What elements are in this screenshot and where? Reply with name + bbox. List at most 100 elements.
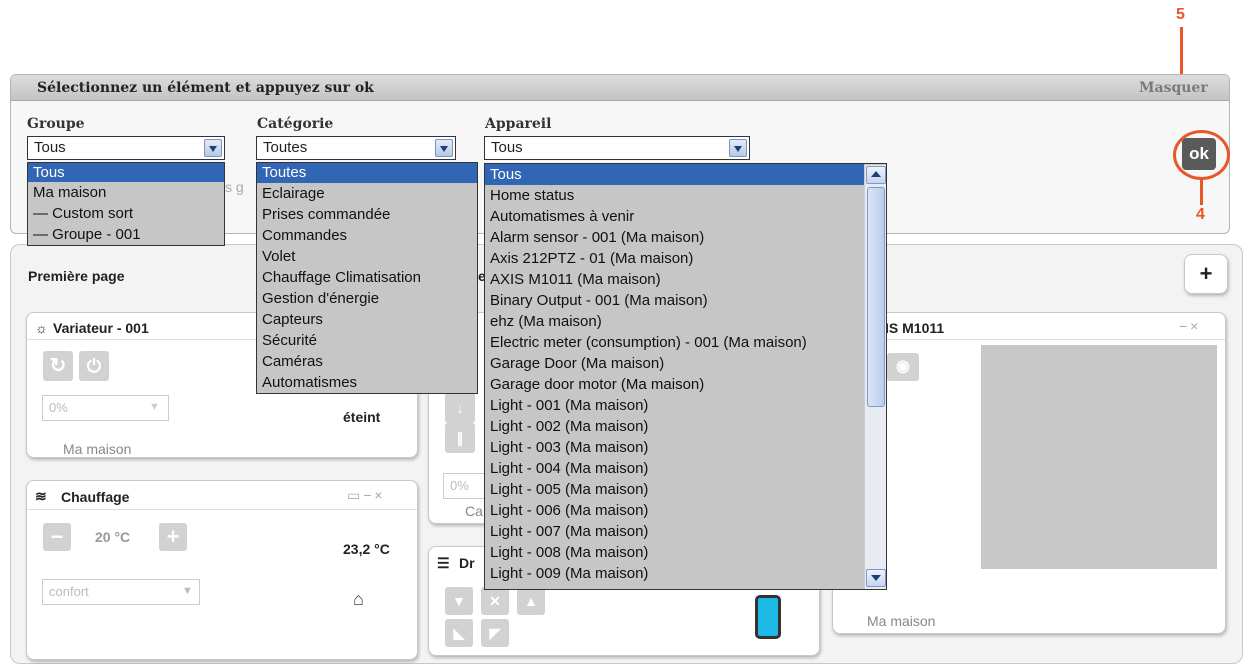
appareil-option[interactable]: Garage Door (Ma maison) (485, 353, 886, 374)
camera-title: IS M1011 (885, 320, 945, 336)
camera-widget: IS M1011 −× ◉ Ma maison (832, 312, 1226, 634)
callout-4-line (1200, 179, 1203, 205)
categorie-select[interactable]: Toutes (256, 136, 456, 160)
appareil-dropdown: Tous Home status Automatismes à venir Al… (484, 163, 887, 590)
widget-divider (27, 509, 417, 510)
shutter-icon: ☰ (437, 555, 450, 571)
appareil-option[interactable]: Automatismes à venir (485, 206, 886, 227)
add-page-button[interactable]: + (1184, 254, 1228, 294)
home-icon: ⌂ (353, 589, 364, 609)
widget-divider (833, 339, 1225, 340)
appareil-option[interactable]: Light - 007 (Ma maison) (485, 521, 886, 542)
chauffage-setpoint: 20 °C (95, 529, 131, 545)
appareil-select-value: Tous (491, 139, 523, 156)
power-icon[interactable]: ⏻ (79, 351, 109, 381)
callout-4-ellipse (1173, 130, 1230, 180)
scroll-down-arrow (871, 575, 881, 581)
appareil-option[interactable]: AXIS M1011 (Ma maison) (485, 269, 886, 290)
shutter-up-icon[interactable]: ▲ (517, 587, 545, 615)
chauffage-mode-arrow: ▼ (182, 585, 193, 597)
appareil-option[interactable]: Light - 004 (Ma maison) (485, 458, 886, 479)
categorie-option[interactable]: Eclairage (257, 183, 477, 204)
reset-icon[interactable]: ↻ (43, 351, 73, 381)
groupe-dropdown: Tous Ma maison — Custom sort — Groupe - … (27, 162, 225, 246)
hide-button[interactable]: Masquer (1139, 80, 1208, 96)
groupe-partial-text: s g (225, 179, 244, 195)
scene-icon[interactable]: ∥ (445, 423, 475, 453)
chevron-down-icon[interactable] (435, 139, 453, 157)
groupe-option[interactable]: Tous (28, 163, 224, 182)
scroll-up-arrow (871, 171, 881, 177)
groupe-option[interactable]: — Groupe - 001 (28, 224, 224, 245)
variateur-title: Variateur - 001 (53, 320, 149, 336)
scrollbar-thumb[interactable] (867, 187, 885, 407)
chevron-down-icon[interactable] (729, 139, 747, 157)
shutter-open-icon[interactable]: ◤ (481, 619, 509, 647)
categorie-option[interactable]: Gestion d'énergie (257, 288, 477, 309)
appareil-option[interactable]: Light - 008 (Ma maison) (485, 542, 886, 563)
groupe-select[interactable]: Tous (27, 136, 225, 160)
appareil-option[interactable]: Alarm sensor - 001 (Ma maison) (485, 227, 886, 248)
categorie-label: Catégorie (257, 116, 334, 132)
groupe-select-value: Tous (34, 139, 66, 156)
camera-location: Ma maison (867, 613, 936, 629)
groupe-option[interactable]: — Custom sort (28, 203, 224, 224)
callout-5: 5 (1176, 6, 1185, 23)
chauffage-mode-select[interactable]: confort (42, 579, 200, 605)
appareil-option[interactable]: Axis 212PTZ - 01 (Ma maison) (485, 248, 886, 269)
categorie-option[interactable]: Chauffage Climatisation (257, 267, 477, 288)
categorie-option[interactable]: Automatismes (257, 372, 477, 393)
camera-preview[interactable] (981, 345, 1217, 569)
groupe-option[interactable]: Ma maison (28, 182, 224, 203)
appareil-option[interactable]: Light - 002 (Ma maison) (485, 416, 886, 437)
shutter-partial-title: Dr (459, 555, 475, 571)
categorie-option[interactable]: Volet (257, 246, 477, 267)
shutter-stop-icon[interactable]: ✕ (481, 587, 509, 615)
appareil-scrollbar[interactable] (864, 165, 886, 589)
page-title: Première page (28, 268, 125, 284)
chevron-down-icon[interactable] (204, 139, 222, 157)
variateur-location: Ma maison (63, 441, 132, 457)
arrow-down-icon[interactable]: ↓ (445, 393, 475, 423)
appareil-option[interactable]: Electric meter (consumption) - 001 (Ma m… (485, 332, 886, 353)
groupe-label: Groupe (27, 116, 85, 132)
light-icon: ☼ (35, 320, 48, 336)
appareil-option[interactable]: Binary Output - 001 (Ma maison) (485, 290, 886, 311)
plus-button[interactable]: + (159, 523, 187, 551)
categorie-select-value: Toutes (263, 139, 308, 156)
appareil-option[interactable]: ehz (Ma maison) (485, 311, 886, 332)
categorie-option[interactable]: Commandes (257, 225, 477, 246)
appareil-option[interactable]: Light - 006 (Ma maison) (485, 500, 886, 521)
categorie-option[interactable]: Capteurs (257, 309, 477, 330)
categorie-dropdown: Toutes Eclairage Prises commandée Comman… (256, 162, 478, 394)
panel-header: Sélectionnez un élément et appuyez sur o… (11, 75, 1229, 101)
widget-tools-icon[interactable]: ▭−× (347, 487, 386, 504)
camera-icon[interactable]: ◉ (887, 353, 919, 381)
chauffage-measured: 23,2 °C (343, 541, 390, 557)
appareil-select[interactable]: Tous (484, 136, 750, 160)
appareil-option[interactable]: Tous (485, 164, 864, 185)
camera-tools-icon[interactable]: −× (1179, 318, 1201, 334)
heating-icon: ≋ (35, 488, 47, 504)
appareil-option[interactable]: Light - 001 (Ma maison) (485, 395, 886, 416)
appareil-option[interactable]: Light - 009 (Ma maison) (485, 563, 886, 584)
minus-button[interactable]: − (43, 523, 71, 551)
panel-title: Sélectionnez un élément et appuyez sur o… (37, 80, 374, 96)
shutter-down-icon[interactable]: ▼ (445, 587, 473, 615)
chauffage-widget: ≋ Chauffage ▭−× − 20 °C + 23,2 °C confor… (26, 480, 418, 660)
appareil-label: Appareil (485, 116, 552, 132)
variateur-level-arrow: ▼ (149, 401, 160, 413)
categorie-option[interactable]: Caméras (257, 351, 477, 372)
categorie-option[interactable]: Sécurité (257, 330, 477, 351)
appareil-option[interactable]: Home status (485, 185, 886, 206)
appareil-option[interactable]: Light - 005 (Ma maison) (485, 479, 886, 500)
middle-partial-location: Ca (465, 503, 483, 519)
callout-4: 4 (1196, 206, 1205, 223)
chauffage-title: Chauffage (61, 489, 130, 505)
categorie-option[interactable]: Toutes (257, 163, 477, 183)
appareil-option[interactable]: Garage door motor (Ma maison) (485, 374, 886, 395)
shutter-close-icon[interactable]: ◣ (445, 619, 473, 647)
callout-5-line (1180, 27, 1183, 77)
categorie-option[interactable]: Prises commandée (257, 204, 477, 225)
appareil-option[interactable]: Light - 003 (Ma maison) (485, 437, 886, 458)
